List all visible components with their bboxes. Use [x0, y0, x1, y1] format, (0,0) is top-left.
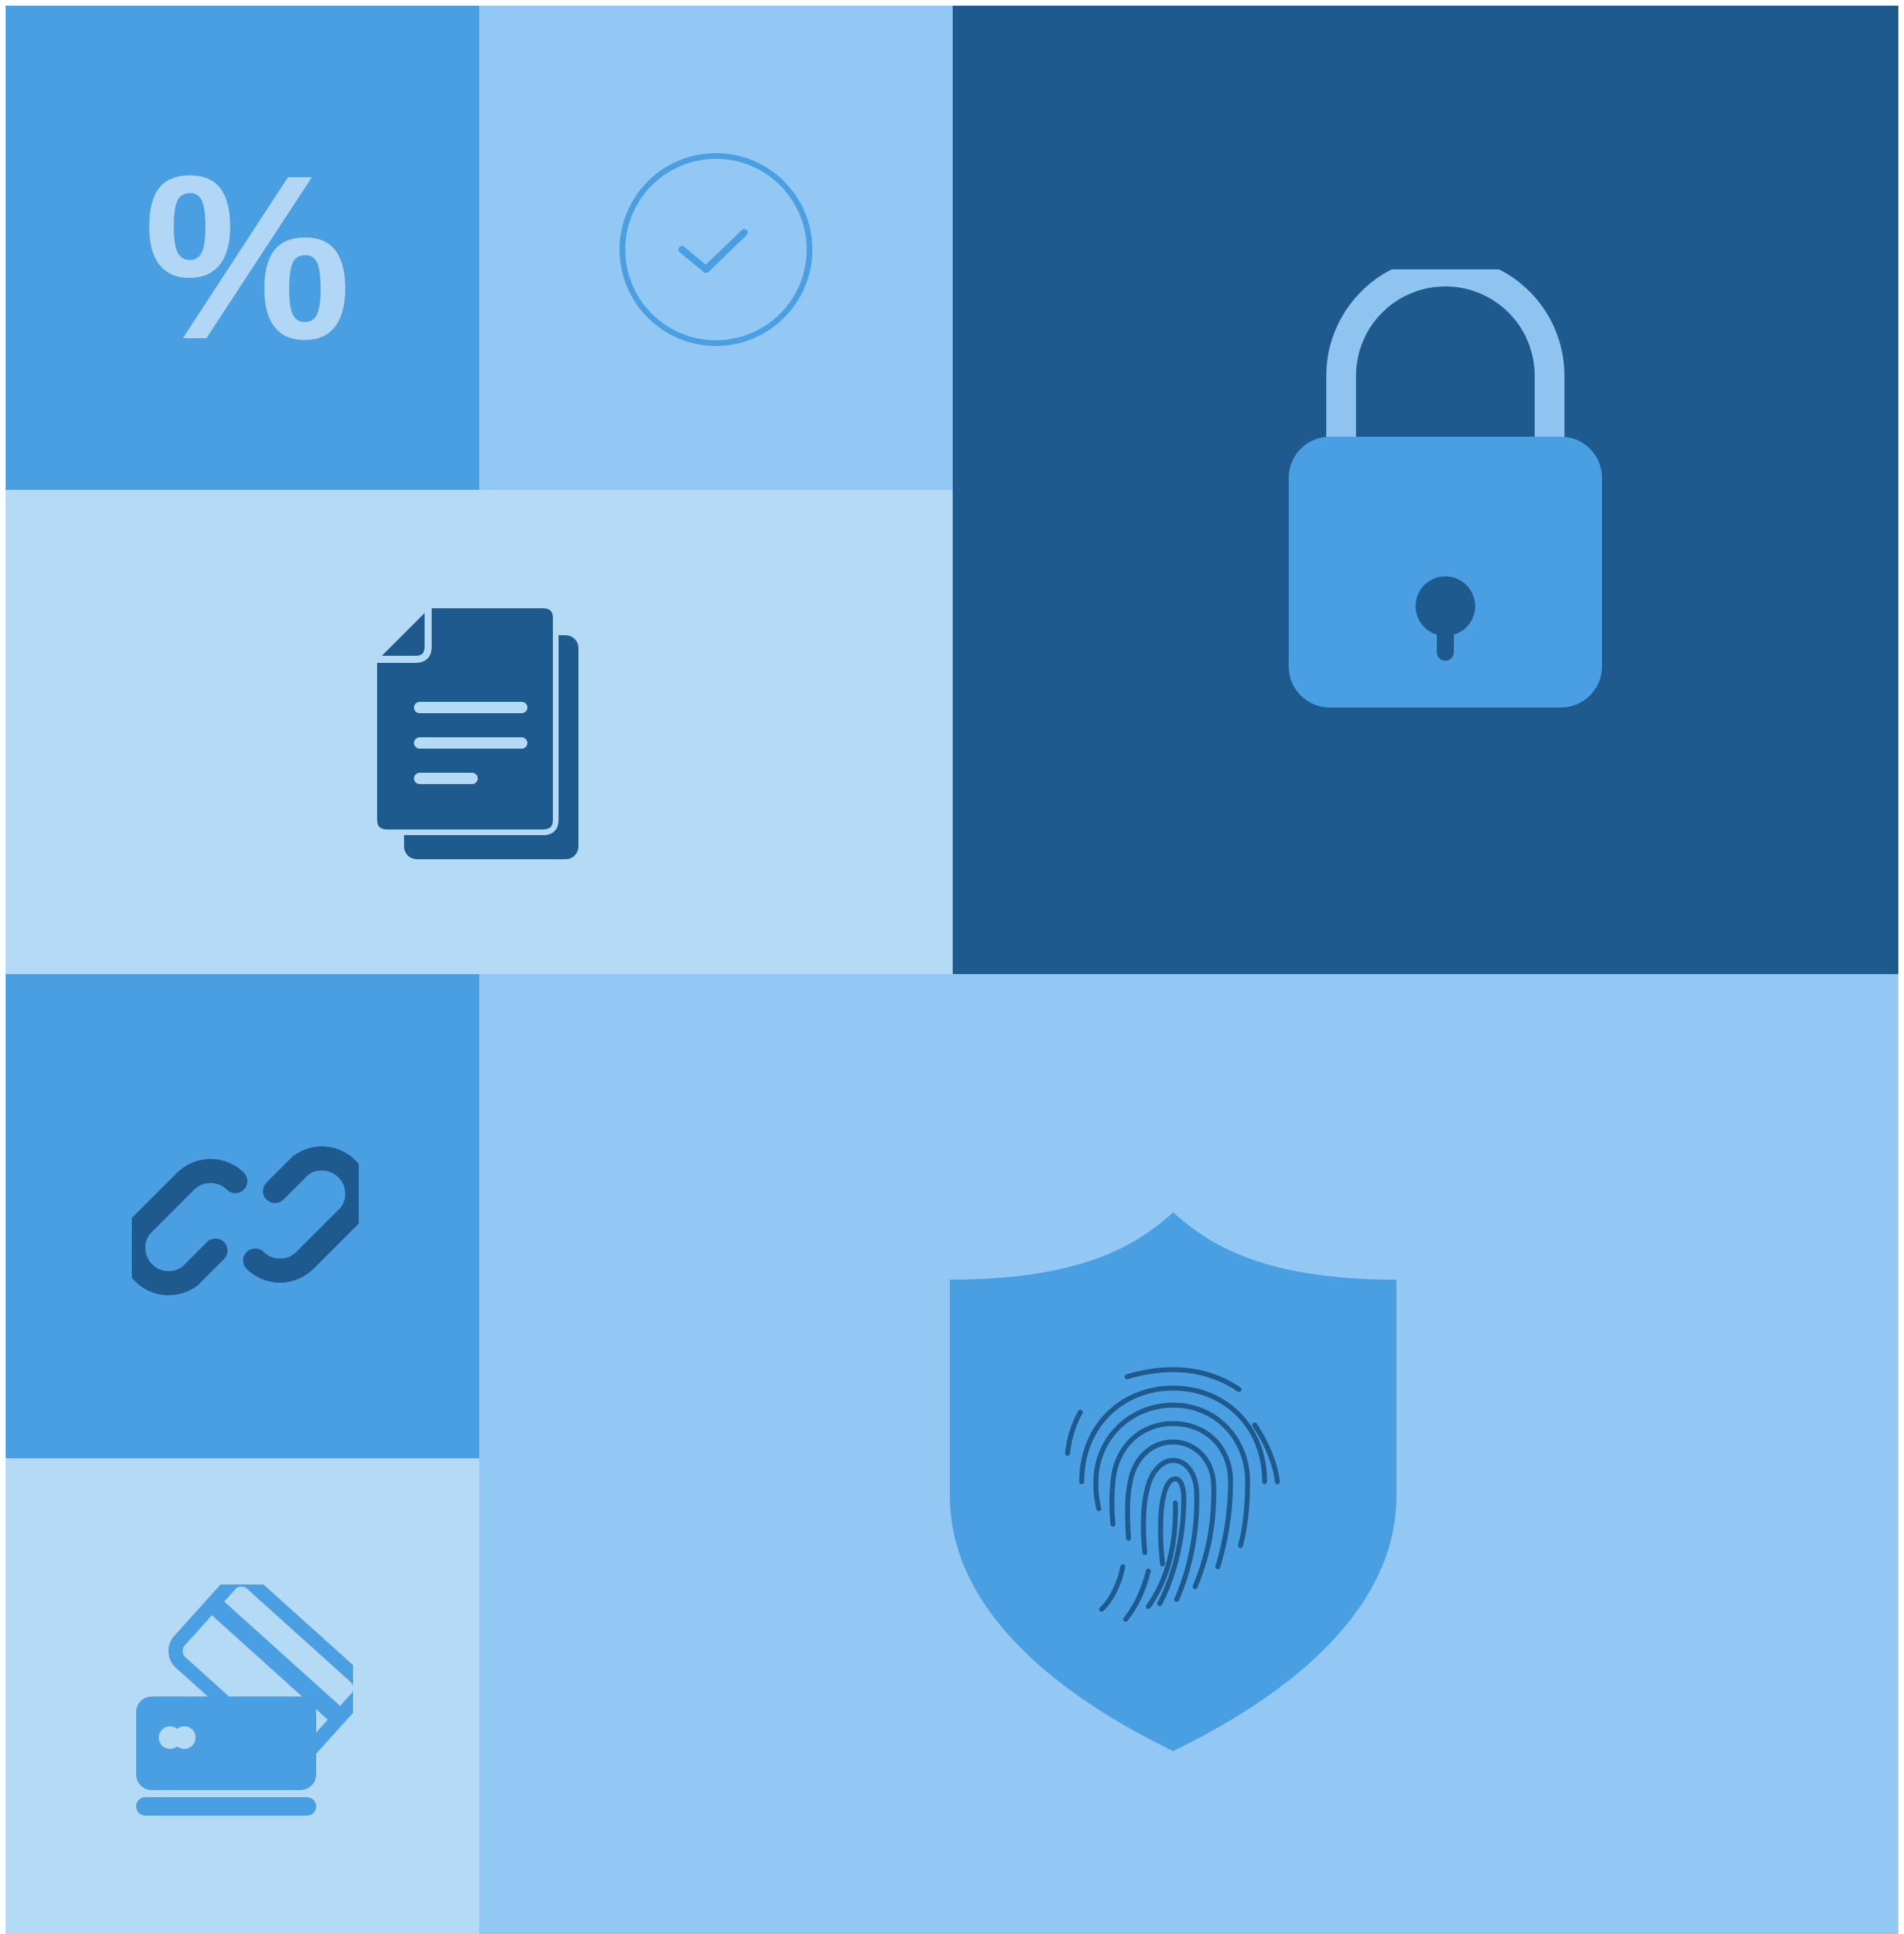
chain-link-icon	[132, 1107, 359, 1334]
fingerprint-shield-icon	[950, 1212, 1396, 1751]
credit-cards-icon	[133, 1584, 353, 1818]
check-circle-icon	[617, 150, 815, 349]
document-stack-icon	[373, 604, 586, 861]
percent-icon: %	[143, 126, 351, 388]
padlock-icon	[1286, 269, 1605, 712]
